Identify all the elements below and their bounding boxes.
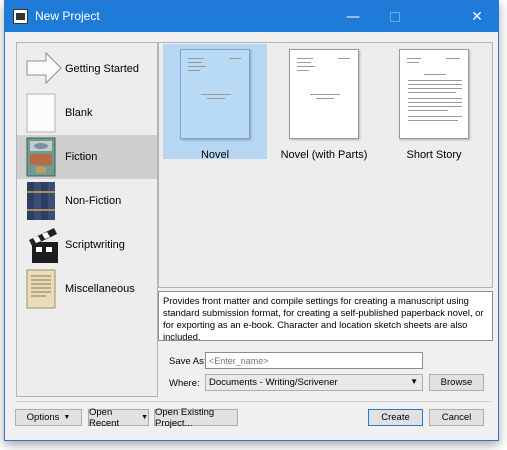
template-description: Provides front matter and compile settin…	[158, 291, 493, 342]
template-thumbnail	[289, 49, 359, 139]
template-short-story[interactable]: Short Story	[382, 44, 486, 161]
category-label: Fiction	[65, 151, 98, 163]
category-getting-started[interactable]: Getting Started	[17, 47, 157, 91]
category-label: Blank	[65, 107, 93, 119]
category-label: Miscellaneous	[65, 283, 135, 295]
window-title: New Project	[35, 9, 100, 23]
category-list: Getting Started Blank Fiction Non-Fictio…	[16, 42, 158, 397]
template-label: Novel (with Parts)	[280, 149, 368, 161]
cancel-button[interactable]: Cancel	[429, 409, 484, 426]
dropdown-arrow-icon: ▼	[410, 377, 418, 386]
options-label: Options	[26, 412, 60, 423]
category-label: Scriptwriting	[65, 239, 125, 251]
maximize-icon	[390, 11, 400, 22]
template-thumbnail	[180, 49, 250, 139]
divider	[15, 401, 491, 402]
open-recent-button[interactable]: Open Recent ▼	[88, 406, 149, 429]
options-button[interactable]: Options ▼	[15, 409, 82, 426]
title-bar[interactable]: New Project — ✕	[5, 1, 498, 32]
template-label: Short Story	[406, 149, 462, 161]
category-scriptwriting[interactable]: Scriptwriting	[17, 223, 157, 267]
paper-icon	[26, 269, 56, 309]
app-icon	[13, 9, 28, 24]
blank-page-icon	[26, 93, 56, 133]
open-recent-label: Open Recent	[89, 406, 120, 429]
save-as-label: Save As:	[169, 356, 207, 367]
where-dropdown[interactable]: Documents - Writing/Scrivener ▼	[205, 374, 423, 391]
browse-button[interactable]: Browse	[429, 374, 484, 391]
template-novel-with-parts[interactable]: Novel (with Parts)	[272, 44, 376, 161]
template-grid: Novel Novel (with Parts) Short Story	[158, 42, 493, 288]
maximize-button	[374, 1, 416, 32]
category-non-fiction[interactable]: Non-Fiction	[17, 179, 157, 223]
dropdown-arrow-icon: ▼	[141, 414, 148, 421]
category-label: Getting Started	[65, 63, 139, 75]
close-button[interactable]: ✕	[456, 1, 498, 32]
save-as-input[interactable]	[205, 352, 423, 369]
open-existing-project-button[interactable]: Open Existing Project...	[154, 407, 238, 429]
template-thumbnail	[399, 49, 469, 139]
arrow-icon	[26, 51, 62, 85]
template-novel[interactable]: Novel	[163, 44, 267, 161]
category-fiction[interactable]: Fiction	[17, 135, 157, 179]
where-value: Documents - Writing/Scrivener	[209, 377, 338, 388]
clapperboard-icon	[29, 228, 58, 263]
where-label: Where:	[169, 378, 200, 389]
book-icon	[26, 137, 56, 177]
create-button[interactable]: Create	[368, 409, 423, 426]
window: New Project — ✕ Getting Started Blank Fi…	[0, 0, 507, 450]
minimize-button[interactable]: —	[332, 1, 374, 32]
dropdown-arrow-icon: ▼	[63, 414, 71, 421]
books-icon	[27, 182, 55, 220]
category-blank[interactable]: Blank	[17, 91, 157, 135]
category-miscellaneous[interactable]: Miscellaneous	[17, 267, 157, 311]
category-label: Non-Fiction	[65, 195, 122, 207]
template-label: Novel	[200, 149, 230, 161]
new-project-dialog: New Project — ✕ Getting Started Blank Fi…	[4, 0, 499, 441]
